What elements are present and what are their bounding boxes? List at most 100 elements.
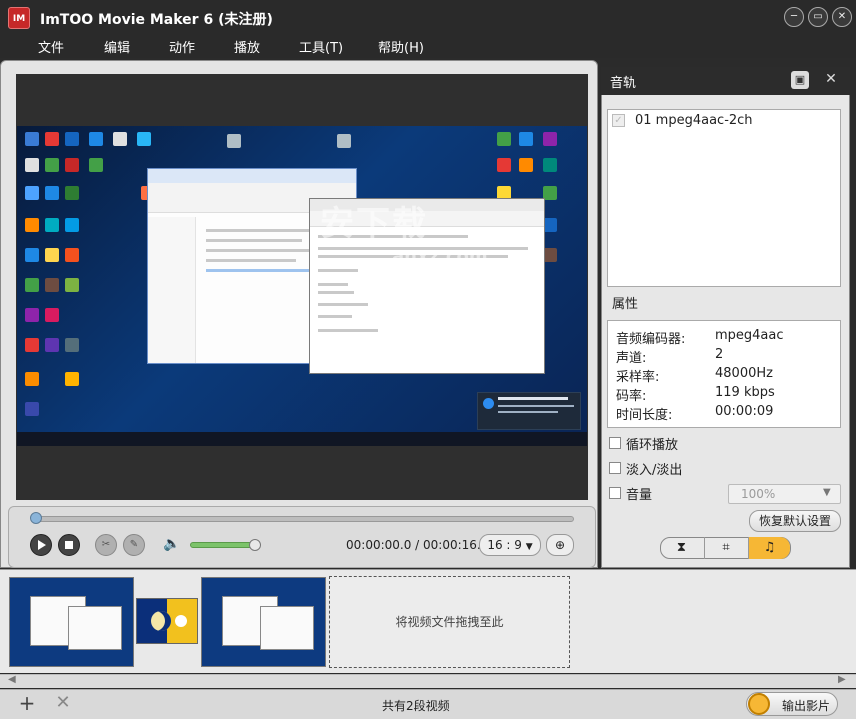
desktop-icon [45,278,59,292]
volume-label[interactable]: 音量 [626,484,652,503]
scroll-left-icon[interactable]: ◀ [8,674,16,685]
desktop-icon [543,186,557,200]
desktop-icon [113,132,127,146]
desktop-icon [543,248,557,262]
play-button[interactable] [30,534,52,556]
fade-checkbox[interactable] [609,462,621,474]
desktop-icon [25,132,39,146]
window-title: ImTOO Movie Maker 6 (未注册) [40,12,273,28]
desktop-icon [337,134,351,148]
loop-checkbox[interactable] [609,437,621,449]
desktop-icon [543,132,557,146]
crosshair-icon: ⊕ [554,538,566,552]
scroll-right-icon[interactable]: ▶ [838,674,846,685]
scissors-icon: ✂ [101,539,111,550]
transition-effect[interactable] [136,598,198,644]
close-button[interactable]: ✕ [832,7,852,27]
prop-value: 48000Hz [715,366,773,381]
app-logo: IM [8,7,30,29]
crop-target-button[interactable]: ⊕ [546,534,574,556]
desktop-icon [65,158,79,172]
track-checkbox[interactable]: ✓ [612,114,625,127]
seek-bar[interactable] [32,516,574,522]
seek-handle[interactable] [30,512,42,524]
reset-defaults-button[interactable]: 恢复默认设置 [749,510,841,532]
save-icon[interactable]: ▣ [791,71,809,89]
prop-key: 采样率: [616,370,660,385]
desktop-icon [25,158,39,172]
menu-help[interactable]: 帮助(H) [378,37,424,56]
volume-checkbox[interactable] [609,487,621,499]
remove-button[interactable]: ✕ [52,692,74,716]
prop-key: 音频编码器: [616,332,686,347]
prop-key: 时间长度: [616,408,673,423]
watermark-text: 安下载 [320,204,428,244]
desktop-icon [25,402,39,416]
moon-icon [151,611,171,631]
prop-value: mpeg4aac [715,328,784,343]
prop-value: 00:00:09 [715,404,774,419]
desktop-icon [45,248,59,262]
volume-slider[interactable] [190,542,256,548]
desktop-icon [65,218,79,232]
menu-tools[interactable]: 工具(T) [299,37,343,56]
film-reel-icon [748,693,770,715]
chevron-down-icon: ▼ [525,542,533,552]
add-button[interactable]: + [14,692,40,716]
tab-video[interactable]: ⧗ [660,537,703,559]
desktop-icon [227,134,241,148]
loop-label[interactable]: 循环播放 [626,434,678,453]
desktop-icon [65,248,79,262]
desktop-icon [65,338,79,352]
chevron-down-icon: ▼ [823,487,831,498]
desktop-icon [25,372,39,386]
desktop-icon [45,132,59,146]
drop-zone[interactable]: 将视频文件拖拽至此 [329,576,570,668]
desktop-icon [45,338,59,352]
minimize-button[interactable]: ─ [784,7,804,27]
desktop-icon [519,132,533,146]
properties-title: 属性 [612,297,639,312]
desktop-icon [65,186,79,200]
prop-value: 2 [715,347,724,362]
desktop-icon [45,308,59,322]
preview-taskbar [17,432,587,446]
music-note-icon: ♫ [763,540,776,555]
tab-crop[interactable]: ⌗ [704,537,747,559]
crop-icon: ⌗ [722,540,730,555]
tab-audio[interactable]: ♫ [748,537,790,559]
split-scissors-button[interactable]: ✂ [95,534,117,556]
desktop-icon [45,158,59,172]
speaker-icon[interactable]: 🔈 [163,536,180,552]
prop-key: 声道: [616,351,647,366]
aspect-ratio-dropdown[interactable]: 16 : 9 ▼ [479,534,541,556]
fade-label[interactable]: 淡入/淡出 [626,459,682,478]
desktop-icon [65,372,79,386]
menu-play[interactable]: 播放 [234,37,260,56]
audio-panel-header [601,67,850,95]
track-label[interactable]: 01 mpeg4aac-2ch [635,113,753,128]
desktop-icon [497,132,511,146]
desktop-icon [45,218,59,232]
watermark-subtext: anxz.com [392,246,488,267]
timeline-clip-2[interactable] [201,577,326,667]
desktop-icon [89,132,103,146]
video-preview[interactable] [17,126,587,446]
menu-edit[interactable]: 编辑 [104,37,130,56]
panel-close-icon[interactable]: ✕ [822,70,840,88]
timeline-clip-1[interactable] [9,577,134,667]
desktop-icon [543,158,557,172]
menu-action[interactable]: 动作 [169,37,195,56]
desktop-icon [25,186,39,200]
timeline-scrollbar[interactable] [0,674,856,688]
menu-file[interactable]: 文件 [38,37,64,56]
export-label[interactable]: 输出影片 [782,697,830,714]
restore-button[interactable]: ▭ [808,7,828,27]
volume-handle[interactable] [249,539,261,551]
stop-button[interactable] [58,534,80,556]
desktop-icon [89,158,103,172]
desktop-icon [65,278,79,292]
edit-pencil-button[interactable]: ✎ [123,534,145,556]
audio-track-list [607,109,841,287]
desktop-icon [25,338,39,352]
